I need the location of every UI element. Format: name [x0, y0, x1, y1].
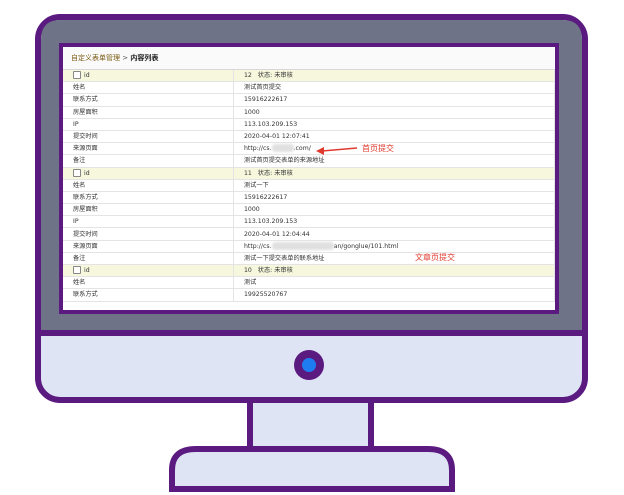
table-row: 来源页面 http://cs. .com/ — [63, 142, 555, 156]
table-row: 联系方式 15916222617 — [63, 191, 555, 205]
field-value: 15916222617 — [233, 93, 555, 107]
field-label: 联系方式 — [63, 288, 234, 302]
field-value: 113.103.209.153 — [233, 215, 555, 229]
id-value: 11 — [244, 169, 252, 177]
field-value: 1000 — [233, 203, 555, 217]
table-row: IP 113.103.209.153 — [63, 215, 555, 229]
redacted-blur — [271, 241, 334, 250]
url-suffix: .com/ — [293, 145, 311, 153]
field-label: 提交时间 — [63, 227, 234, 241]
power-button[interactable] — [294, 350, 324, 380]
record-header-row: id 11 状态: 未审核 — [63, 167, 555, 180]
table-row: 提交时间 2020-04-01 12:07:41 — [63, 130, 555, 144]
record-id-value-cell: 11 状态: 未审核 — [233, 167, 555, 180]
status-text: 状态: 未审核 — [257, 72, 293, 80]
field-value: 测试 — [233, 276, 555, 290]
field-label: 联系方式 — [63, 93, 234, 107]
field-label: 房屋面积 — [63, 106, 234, 119]
url-suffix: an/gonglue/101.html — [333, 242, 399, 250]
field-label: 备注 — [63, 252, 234, 266]
field-label: 房屋面积 — [63, 203, 234, 217]
field-value: 19925520767 — [233, 288, 555, 302]
id-label: id — [84, 169, 90, 177]
field-label: 联系方式 — [63, 191, 234, 205]
table-row: 备注 测试首页提交表单的来源地址 — [63, 154, 555, 168]
field-value: 2020-04-01 12:07:41 — [233, 130, 555, 144]
select-checkbox[interactable] — [73, 168, 81, 177]
field-value: 2020-04-01 12:04:44 — [233, 227, 555, 241]
record-header-row: id 12 状态: 未审核 — [63, 70, 555, 83]
table-row: 姓名 测试首页提交 — [63, 81, 555, 95]
monitor-neck — [247, 395, 374, 455]
select-checkbox[interactable] — [73, 71, 81, 80]
select-checkbox[interactable] — [73, 266, 81, 275]
table-row: 姓名 测试一下 — [63, 179, 555, 192]
field-value: 测试首页提交 — [233, 81, 555, 95]
breadcrumb-link-form-manage[interactable]: 自定义表单管理 — [71, 54, 120, 62]
table-row: 联系方式 15916222617 — [63, 93, 555, 107]
content-table: id 12 状态: 未审核 姓名 测试首页提交 联系方式 15916222617 房… — [63, 70, 555, 302]
record-id-cell: id — [63, 264, 234, 278]
id-label: id — [84, 72, 90, 80]
table-row: 房屋面积 1000 — [63, 106, 555, 119]
source-url: http://cs. .com/ — [233, 142, 555, 156]
url-prefix: http://cs. — [244, 145, 272, 153]
redacted-blur — [271, 144, 294, 153]
breadcrumb-current: 内容列表 — [130, 54, 159, 62]
table-row: 来源页面 http://cs. an/gonglue/101.html — [63, 240, 555, 253]
status-text: 状态: 未审核 — [257, 169, 293, 177]
table-row: 房屋面积 1000 — [63, 203, 555, 217]
field-label: 姓名 — [63, 81, 234, 95]
field-label: 提交时间 — [63, 130, 234, 144]
id-value: 12 — [244, 72, 252, 80]
status-text: 状态: 未审核 — [257, 267, 293, 275]
field-label: 备注 — [63, 154, 234, 168]
breadcrumb: 自定义表单管理 > 内容列表 — [63, 47, 555, 70]
annotation-homepage-submit: 首页提交 — [362, 144, 394, 153]
annotation-article-submit: 文章页提交 — [415, 253, 455, 262]
id-value: 10 — [244, 267, 252, 275]
field-value: 测试首页提交表单的来源地址 — [233, 154, 555, 168]
table-row: IP 113.103.209.153 — [63, 118, 555, 131]
table-row: 联系方式 19925520767 — [63, 288, 555, 302]
id-label: id — [84, 267, 90, 275]
url-prefix: http://cs. — [244, 242, 272, 250]
field-label: 姓名 — [63, 179, 234, 192]
field-value: 15916222617 — [233, 191, 555, 205]
field-value: 1000 — [233, 106, 555, 119]
field-label: 来源页面 — [63, 142, 234, 156]
screen: 自定义表单管理 > 内容列表 id 12 状态: 未审核 姓名 测试首页提交 联系… — [63, 47, 555, 310]
monitor-base — [169, 446, 455, 492]
record-header-row: id 10 状态: 未审核 — [63, 264, 555, 278]
table-row: 备注 测试一下提交表单的联系地址 — [63, 252, 555, 266]
table-row: 提交时间 2020-04-01 12:04:44 — [63, 227, 555, 241]
field-value: 113.103.209.153 — [233, 118, 555, 131]
table-row: 姓名 测试 — [63, 276, 555, 290]
field-label: IP — [63, 118, 234, 131]
field-label: 姓名 — [63, 276, 234, 290]
record-id-cell: id — [63, 167, 234, 180]
record-id-cell: id — [63, 70, 234, 83]
record-id-value-cell: 10 状态: 未审核 — [233, 264, 555, 278]
field-label: IP — [63, 215, 234, 229]
source-url: http://cs. an/gonglue/101.html — [233, 240, 555, 253]
field-value: 测试一下提交表单的联系地址 — [233, 252, 555, 266]
power-light-icon — [302, 358, 316, 372]
breadcrumb-separator: > — [122, 54, 129, 62]
record-id-value-cell: 12 状态: 未审核 — [233, 70, 555, 83]
field-label: 来源页面 — [63, 240, 234, 253]
field-value: 测试一下 — [233, 179, 555, 192]
